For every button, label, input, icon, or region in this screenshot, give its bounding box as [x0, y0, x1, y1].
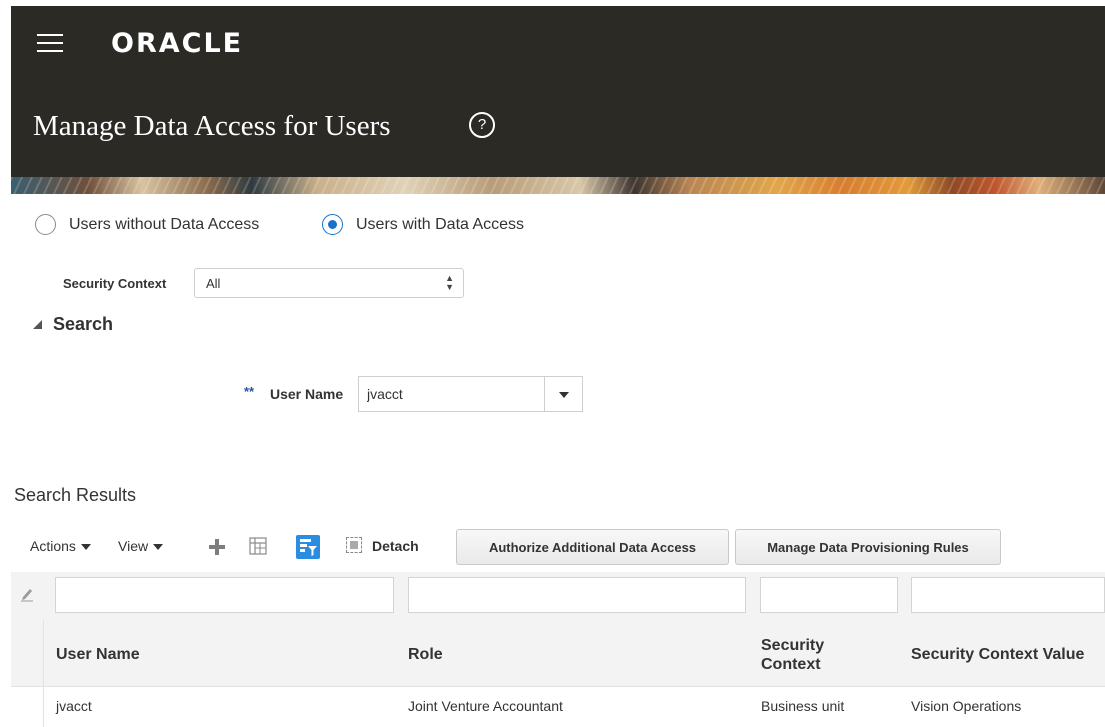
page-title: Manage Data Access for Users: [33, 110, 391, 142]
select-arrows-icon: ▲ ▼: [445, 273, 454, 292]
cell-role: Joint Venture Accountant: [408, 698, 563, 714]
radio-button-checked[interactable]: [322, 214, 343, 235]
security-context-select[interactable]: All ▲ ▼: [194, 268, 464, 298]
radio-users-with-data-access[interactable]: Users with Data Access: [322, 214, 562, 238]
radio-button-unchecked[interactable]: [35, 214, 56, 235]
cell-security-context-value: Vision Operations: [911, 698, 1022, 714]
security-context-label: Security Context: [63, 276, 167, 291]
column-header-role[interactable]: Role: [408, 645, 443, 664]
column-header-user-name[interactable]: User Name: [56, 645, 140, 664]
caret-down-icon: [153, 544, 164, 551]
actions-menu[interactable]: Actions: [30, 538, 91, 554]
user-name-input[interactable]: [358, 376, 544, 412]
cell-security-context: Business unit: [761, 698, 845, 714]
column-header-security-context-value[interactable]: Security Context Value: [911, 645, 1084, 664]
help-icon[interactable]: ?: [469, 112, 495, 138]
detach-button[interactable]: Detach: [372, 538, 419, 554]
decorative-banner: [11, 177, 1105, 194]
query-by-example-icon[interactable]: [296, 535, 320, 559]
security-context-value-filter-input[interactable]: [911, 577, 1105, 613]
search-results-title: Search Results: [14, 485, 137, 505]
add-icon[interactable]: [208, 538, 226, 556]
clear-filter-pencil-icon[interactable]: [20, 586, 34, 602]
user-name-dropdown-button[interactable]: [544, 376, 583, 412]
oracle-logo[interactable]: ORACLE: [111, 28, 243, 59]
cell-user-name: jvacct: [56, 698, 92, 714]
role-filter-input[interactable]: [408, 577, 746, 613]
results-toolbar: Actions View Detach Authorize Additional…: [30, 528, 1105, 568]
view-menu[interactable]: View: [118, 538, 164, 554]
authorize-additional-data-access-button[interactable]: Authorize Additional Data Access: [456, 529, 729, 565]
app-header: ORACLE Manage Data Access for Users ?: [11, 6, 1105, 177]
manage-data-provisioning-rules-button[interactable]: Manage Data Provisioning Rules: [735, 529, 1001, 565]
radio-label: Users without Data Access: [69, 216, 260, 233]
radio-users-without-data-access[interactable]: Users without Data Access: [35, 214, 295, 238]
view-menu-label: View: [118, 538, 149, 554]
security-context-value: All: [206, 276, 221, 291]
row-selector-gutter: [11, 687, 44, 727]
caret-down-icon: [80, 544, 91, 551]
user-name-filter-input[interactable]: [55, 577, 394, 613]
column-filter-row: [11, 572, 1105, 620]
security-context-filter-input[interactable]: [760, 577, 898, 613]
user-name-label: User Name: [270, 386, 344, 402]
row-selector-gutter: [11, 620, 44, 686]
freeze-columns-icon[interactable]: [249, 537, 267, 555]
column-header-security-context[interactable]: Security Context: [761, 636, 861, 674]
search-section-title: Search: [53, 314, 114, 334]
radio-label: Users with Data Access: [356, 216, 525, 233]
collapse-triangle-icon: [33, 320, 42, 329]
table-row[interactable]: jvacct Joint Venture Accountant Business…: [11, 687, 1105, 727]
detach-icon[interactable]: [346, 537, 362, 553]
required-marker: **: [244, 384, 255, 399]
menu-icon[interactable]: [37, 34, 63, 54]
table-header: User Name Role Security Context Security…: [11, 620, 1105, 687]
actions-menu-label: Actions: [30, 538, 76, 554]
